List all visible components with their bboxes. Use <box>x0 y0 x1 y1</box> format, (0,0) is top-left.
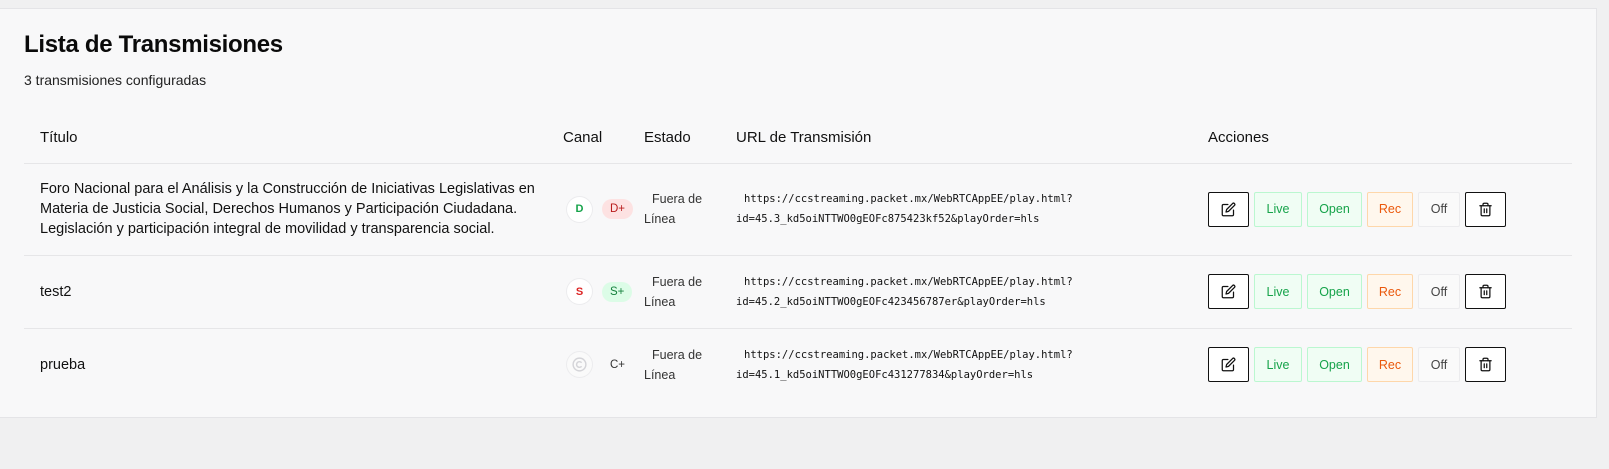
column-header-title: Título <box>24 113 563 164</box>
transmission-title: Foro Nacional para el Análisis y la Cons… <box>40 181 535 237</box>
live-button[interactable]: Live <box>1254 274 1302 309</box>
status-text: Fuera de Línea <box>644 192 703 226</box>
delete-button[interactable] <box>1465 191 1506 227</box>
rec-button[interactable]: Rec <box>1367 191 1413 227</box>
table-row: Foro Nacional para el Análisis y la Cons… <box>24 163 1572 256</box>
channel-icon: S <box>567 279 592 304</box>
open-button[interactable]: Open <box>1307 347 1362 383</box>
trash-icon <box>1479 284 1492 299</box>
table-row: test2 S S+ Fuera de Línea https://ccstre <box>24 255 1572 329</box>
delete-button[interactable] <box>1465 347 1506 383</box>
stream-url: https://ccstreaming.packet.mx/WebRTCAppE… <box>736 275 1073 308</box>
table-header-row: Título Canal Estado URL de Transmisión A… <box>24 113 1572 164</box>
edit-button[interactable] <box>1208 191 1249 227</box>
rec-button[interactable]: Rec <box>1367 347 1413 383</box>
off-button[interactable]: Off <box>1418 274 1460 309</box>
edit-icon <box>1221 284 1236 299</box>
channel-icon <box>567 352 592 378</box>
status-text: Fuera de Línea <box>644 347 703 382</box>
channel-badge: C+ <box>610 358 626 371</box>
status-text: Fuera de Línea <box>644 274 703 309</box>
edit-button[interactable] <box>1208 347 1249 383</box>
table-row: prueba C+ Fuera de Línea https://ccstrea… <box>24 328 1572 401</box>
trash-icon <box>1479 357 1492 372</box>
channel-badge: D+ <box>602 199 634 219</box>
channel-icon: D <box>567 196 592 222</box>
page-subtitle: 3 transmisiones configuradas <box>24 72 207 88</box>
rec-button[interactable]: Rec <box>1367 274 1413 309</box>
open-button[interactable]: Open <box>1307 274 1362 309</box>
edit-icon <box>1221 202 1236 216</box>
live-button[interactable]: Live <box>1254 347 1302 383</box>
transmission-title: prueba <box>40 356 86 373</box>
column-header-channel: Canal <box>563 113 644 164</box>
column-header-url: URL de Transmisión <box>736 113 1208 164</box>
column-header-actions: Acciones <box>1208 113 1572 164</box>
channel-placeholder-icon <box>572 357 587 372</box>
edit-icon <box>1221 357 1236 372</box>
transmission-title: test2 <box>40 283 72 300</box>
transmissions-table: Título Canal Estado URL de Transmisión A… <box>24 113 1572 401</box>
edit-button[interactable] <box>1208 274 1249 309</box>
page-title: Lista de Transmisiones <box>24 31 283 58</box>
transmissions-card: Lista de Transmisiones 3 transmisiones c… <box>0 8 1597 418</box>
live-button[interactable]: Live <box>1254 191 1302 227</box>
delete-button[interactable] <box>1465 274 1506 309</box>
open-button[interactable]: Open <box>1307 191 1362 227</box>
stream-url: https://ccstreaming.packet.mx/WebRTCAppE… <box>736 348 1073 381</box>
column-header-status: Estado <box>644 113 736 164</box>
stream-url: https://ccstreaming.packet.mx/WebRTCAppE… <box>736 193 1073 225</box>
off-button[interactable]: Off <box>1418 347 1460 383</box>
channel-badge: S+ <box>602 281 633 302</box>
trash-icon <box>1479 202 1492 216</box>
off-button[interactable]: Off <box>1418 191 1460 227</box>
